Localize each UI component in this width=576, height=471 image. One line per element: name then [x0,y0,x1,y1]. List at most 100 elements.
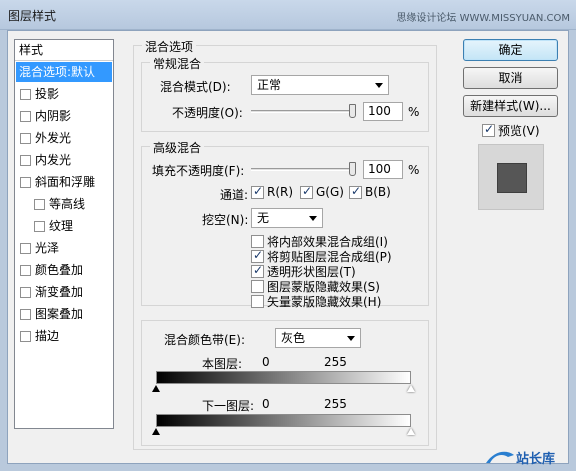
style-item-label: 外发光 [35,131,72,145]
option-vector-mask-hides-checkbox[interactable]: 矢量蒙版隐藏效果(H) [251,293,381,310]
styles-header[interactable]: 样式 [15,40,113,61]
checkbox[interactable] [34,220,45,232]
logo-graphic: 站长库 [486,451,555,467]
checkbox[interactable] [34,198,45,210]
blend-if-label: 混合颜色带(E): [164,333,245,347]
opacity-input[interactable]: 100 [363,102,403,121]
checkbox[interactable] [20,110,31,122]
checkbox[interactable] [20,176,31,188]
checkbox[interactable] [20,154,31,166]
blend-mode-value: 正常 [257,78,282,92]
style-item-label: 光泽 [35,241,60,255]
checkbox[interactable] [251,184,264,199]
knockout-label: 挖空(N): [202,213,249,227]
style-item-outer-glow[interactable]: 外发光 [16,128,112,148]
style-item-label: 描边 [35,329,60,343]
chevron-down-icon [309,216,317,221]
style-item-texture[interactable]: 纹理 [16,216,112,236]
style-item-color-overlay[interactable]: 颜色叠加 [16,260,112,280]
cancel-button[interactable]: 取消 [463,67,558,89]
general-blending-title: 常规混合 [150,55,205,72]
under-layer-black-stop[interactable] [152,428,160,435]
chevron-down-icon [347,336,355,341]
checkbox[interactable] [20,308,31,320]
style-item-label: 颜色叠加 [35,263,84,277]
opacity-label: 不透明度(O): [172,106,243,120]
blend-if-group: 混合颜色带(E): 灰色 本图层: 0 255 下一图层: 0 255 [141,320,429,446]
preview-label: 预览(V) [498,124,540,138]
logo-text: 站长库 [516,451,555,467]
style-item-contour[interactable]: 等高线 [16,194,112,214]
opacity-slider-handle[interactable] [349,104,356,118]
checkbox[interactable] [251,248,264,263]
under-layer-low-value: 0 [262,397,270,411]
style-item-inner-shadow[interactable]: 内阴影 [16,106,112,126]
blend-options-title: 混合选项 [142,38,197,55]
dialog-body: 样式 混合选项:默认 投影 内阴影 外发光 内发光 斜面和浮雕 等高线 纹理 光… [7,30,569,464]
checkbox[interactable] [251,295,264,308]
this-layer-black-stop[interactable] [152,385,160,392]
this-layer-white-stop[interactable] [407,385,415,392]
ok-button[interactable]: 确定 [463,39,558,61]
checkbox[interactable] [20,286,31,298]
under-layer-white-stop[interactable] [407,428,415,435]
style-item-label: 投影 [35,87,60,101]
checkbox[interactable] [349,184,362,199]
channel-r-checkbox[interactable]: R(R) [251,184,294,199]
knockout-select[interactable]: 无 [251,208,323,228]
style-item-stroke[interactable]: 描边 [16,326,112,346]
blend-if-select[interactable]: 灰色 [275,328,361,348]
channel-g-checkbox[interactable]: G(G) [300,184,344,199]
new-style-button[interactable]: 新建样式(W)... [463,95,558,117]
style-item-pattern-overlay[interactable]: 图案叠加 [16,304,112,324]
site-logo: 站长库 [484,447,574,469]
checkbox[interactable] [251,280,264,293]
style-item-label: 内阴影 [35,109,72,123]
advanced-blending-title: 高级混合 [150,139,205,156]
this-layer-label: 本图层: [202,357,243,371]
under-layer-gradient[interactable] [156,414,411,427]
style-item-drop-shadow[interactable]: 投影 [16,84,112,104]
preview-checkbox[interactable]: 预览(V) [482,122,540,139]
checkbox[interactable] [20,330,31,342]
channel-b-checkbox[interactable]: B(B) [349,184,391,199]
checkbox[interactable] [482,122,495,137]
checkbox[interactable] [20,132,31,144]
preview-square [497,163,527,193]
styles-list: 样式 混合选项:默认 投影 内阴影 外发光 内发光 斜面和浮雕 等高线 纹理 光… [14,39,114,429]
checkbox[interactable] [20,242,31,254]
style-item-gradient-overlay[interactable]: 渐变叠加 [16,282,112,302]
checkbox[interactable] [300,184,313,199]
style-item-label: 纹理 [49,219,74,233]
checkbox[interactable] [20,264,31,276]
under-layer-high-value: 255 [324,397,347,411]
checkbox[interactable] [251,235,264,248]
percent-sign: % [408,163,420,177]
style-item-satin[interactable]: 光泽 [16,238,112,258]
style-item-inner-glow[interactable]: 内发光 [16,150,112,170]
channels-label: 通道: [220,188,249,202]
chevron-down-icon [375,83,383,88]
window-title: 图层样式 [8,9,57,23]
style-item-label: 混合选项:默认 [19,65,96,79]
fill-opacity-input[interactable]: 100 [363,160,403,179]
fill-opacity-slider-handle[interactable] [349,162,356,176]
blend-mode-label: 混合模式(D): [160,80,231,94]
watermark-text: 思缘设计论坛 WWW.MISSYUAN.COM [396,13,570,24]
style-item-label: 等高线 [49,197,86,211]
channel-r-label: R(R) [267,185,294,199]
style-item-bevel-emboss[interactable]: 斜面和浮雕 [16,172,112,192]
checkbox[interactable] [251,263,264,278]
blend-if-value: 灰色 [281,331,306,345]
blend-mode-select[interactable]: 正常 [251,75,389,95]
fill-opacity-slider-track[interactable] [251,168,356,171]
style-item-blend-options[interactable]: 混合选项:默认 [16,62,112,82]
this-layer-gradient[interactable] [156,371,411,384]
opacity-slider-track[interactable] [251,110,356,113]
blend-options-group: 混合选项 常规混合 混合模式(D): 正常 不透明度(O): 100 % 高级混… [133,38,437,450]
checkbox[interactable] [20,88,31,100]
title-bar[interactable]: 图层样式 思缘设计论坛 WWW.MISSYUAN.COM [0,0,576,30]
this-layer-high-value: 255 [324,355,347,369]
option-label: 矢量蒙版隐藏效果(H) [267,295,382,309]
style-item-label: 内发光 [35,153,72,167]
